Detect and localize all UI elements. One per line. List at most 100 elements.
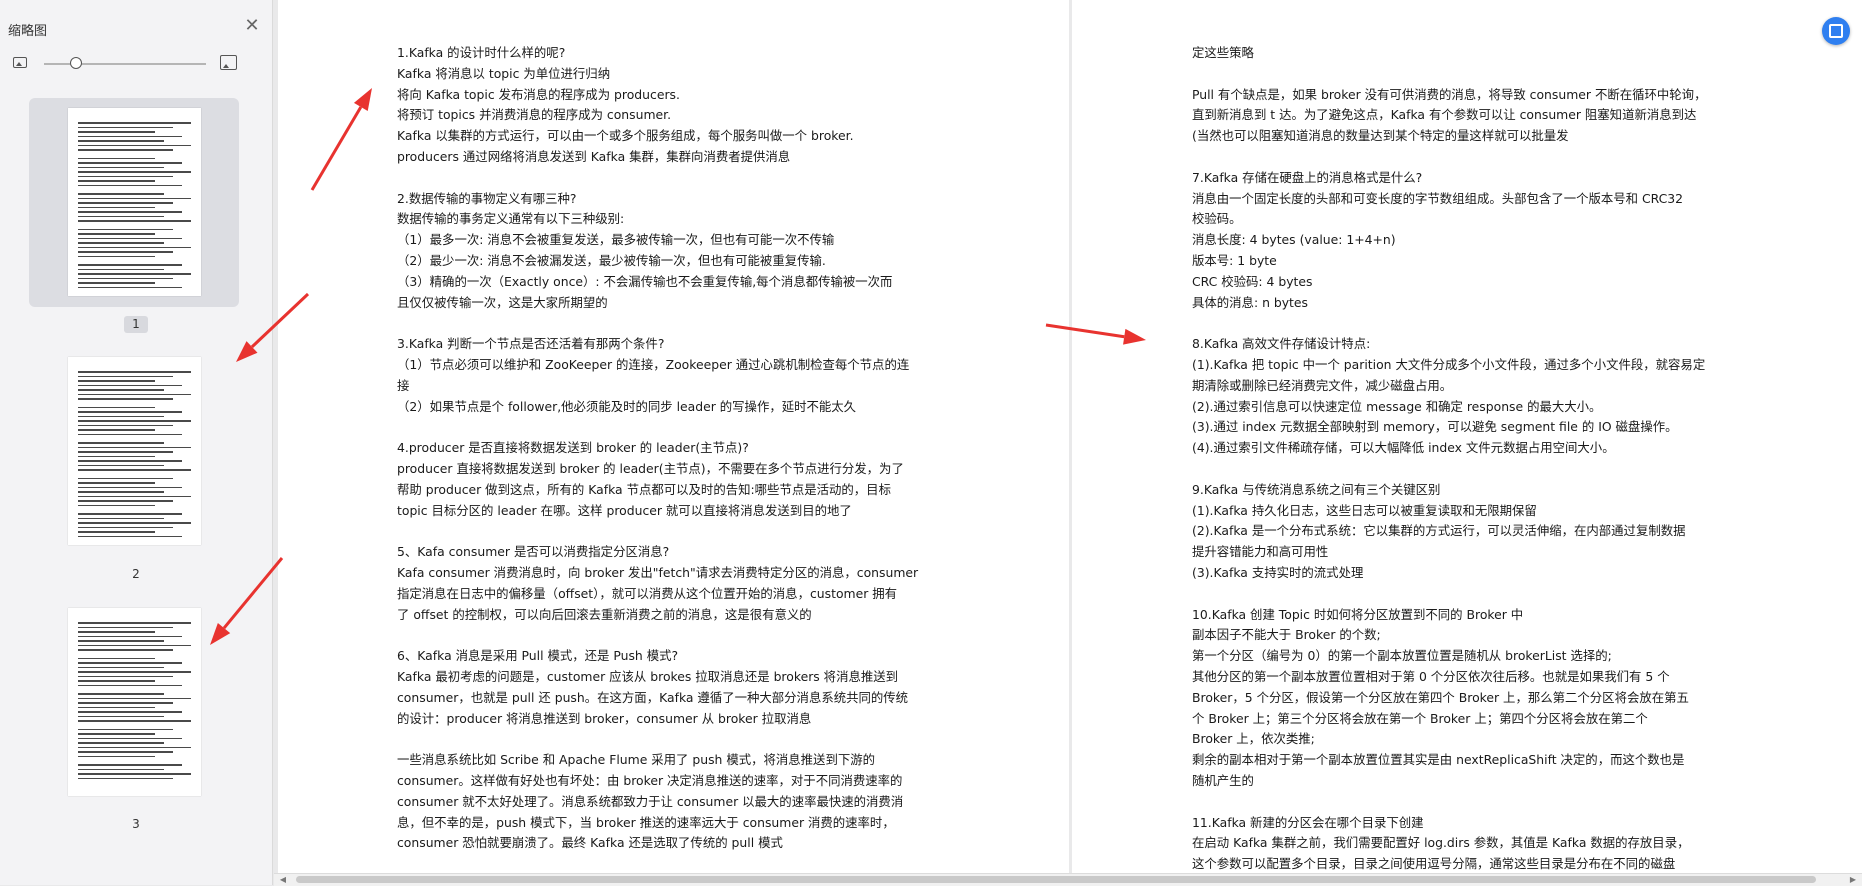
- thumbnail-text-line: [78, 482, 155, 484]
- text-paragraph: 4.producer 是否直接将数据发送到 broker 的 leader(主节…: [397, 438, 904, 521]
- text-line: 3.Kafka 判断一个节点是否还活着有那两个条件?: [397, 336, 665, 352]
- thumbnail-page-3[interactable]: [29, 598, 239, 808]
- thumbnail-text-line: [78, 464, 164, 466]
- text-line: 定这些策略: [1192, 45, 1254, 60]
- thumbnail-text-line: [78, 755, 155, 757]
- zoom-slider-track[interactable]: [44, 63, 206, 65]
- zoom-slider-thumb[interactable]: [70, 57, 83, 69]
- text-line: 提升容错能力和高可用性: [1192, 544, 1329, 560]
- thumbnail-text-line: [78, 140, 164, 142]
- text-paragraph: 2.数据传输的事物定义有哪三种? 数据传输的事务定义通常有以下三种级别: （1）最多…: [397, 189, 892, 314]
- thumbnail-text-line: [78, 135, 182, 137]
- text-paragraph: 8.Kafka 高效文件存储设计特点: (1).Kafka 把 topic 中一个…: [1192, 334, 1705, 459]
- thumbnail-text-line: [78, 680, 155, 682]
- thumbnail-page-1[interactable]: [29, 98, 239, 307]
- text-line: (2).通过索引信息可以快速定位 message 和确定 response 的最…: [1192, 398, 1602, 414]
- thumbnail-text-line: [78, 640, 164, 642]
- text-line: （2）如果节点是个 follower,他必须能及时的同步 leader 的写操作…: [397, 398, 857, 414]
- thumbnail-page-number: 2: [132, 567, 140, 581]
- scroll-left-icon[interactable]: ◀: [278, 875, 288, 885]
- text-line: （1）节点必须可以维护和 ZooKeeper 的连接，Zookeeper 通过心…: [397, 356, 910, 372]
- text-line: 了 offset 的控制权，可以向后回滚去重新消费之前的消息，这是很有意义的: [397, 606, 812, 622]
- text-line: 的设计：producer 将消息推送到 broker，consumer 从 br…: [397, 710, 812, 726]
- thumbnail-text-line: [78, 635, 182, 637]
- thumbnail-text-line: [78, 228, 173, 230]
- thumbnail-text-line: [78, 193, 164, 195]
- thumbnail-text-line: [78, 460, 182, 462]
- text-line: 将向 Kafka topic 发布消息的程序成为 producers.: [397, 86, 680, 102]
- thumbnail-text-line: [78, 517, 164, 519]
- text-line: 8.Kafka 高效文件存储设计特点:: [1192, 336, 1371, 352]
- document-viewport[interactable]: 1.Kafka 的设计时什么样的呢? Kafka 将消息以 topic 为单位进行…: [278, 0, 1862, 873]
- text-line: 直到新消息到 t 达。为了避免这点，Kafka 有个参数可以让 consumer…: [1192, 107, 1697, 123]
- thumbnail-text-line: [78, 375, 173, 377]
- thumbnail-text-line: [78, 644, 191, 646]
- thumbnail-text-line: [78, 446, 191, 448]
- thumbnail-text-line: [78, 751, 173, 753]
- thumbnail-text-line: [78, 500, 173, 502]
- thumbnail-text-line: [78, 451, 173, 453]
- thumbnail-text-line: [78, 742, 164, 744]
- text-line: 副本因子不能大于 Broker 的个数;: [1192, 627, 1381, 643]
- text-line: （3）精确的一次（Exactly once）: 不会漏传输也不会重复传输,每个消…: [397, 273, 893, 289]
- text-line: 期清除或删除已经消费完文件，减少磁盘占用。: [1192, 377, 1453, 393]
- thumbnail-text-line: [78, 733, 155, 735]
- thumbnail-text-line: [78, 424, 173, 426]
- thumbnail-page-2[interactable]: [29, 347, 239, 557]
- text-paragraph: 6、Kafka 消息是采用 Pull 模式，还是 Push 模式? Kafka 最…: [397, 646, 908, 729]
- text-line: 第一个分区（编号为 0）的第一个副本放置位置是随机从 brokerList 选择…: [1192, 648, 1612, 664]
- thumbnail-text-line: [78, 171, 191, 173]
- close-icon[interactable]: ✕: [242, 16, 262, 36]
- text-line: 消息长度: 4 bytes (value: 1+4+n): [1192, 232, 1396, 248]
- text-line: 剩余的副本相对于第一个副本放置位置其实是由 nextReplicaShift 决…: [1192, 752, 1685, 768]
- thumbnail-text-line: [78, 268, 164, 270]
- thumbnail-text-line: [78, 389, 164, 391]
- text-line: (当然也可以阻塞知道消息的数量达到某个特定的量这样就可以批量发: [1192, 128, 1569, 144]
- thumbnail-text-line: [78, 504, 155, 506]
- thumbnail-text-line: [78, 131, 155, 133]
- text-line: 接: [397, 377, 410, 393]
- text-line: consumer，也就是 pull 还 push。在这方面，Kafka 遵循了一…: [397, 689, 909, 705]
- text-line: 5、Kafa consumer 是否可以消费指定分区消息?: [397, 544, 670, 560]
- text-paragraph: 10.Kafka 创建 Topic 时如何将分区放置到不同的 Broker 中副…: [1192, 605, 1689, 792]
- text-line: consumer 就不太好处理了。消息系统都致力于让 consumer 以最大的…: [397, 793, 904, 809]
- text-line: (3).Kafka 支持实时的流式处理: [1192, 564, 1364, 580]
- horizontal-scrollbar[interactable]: ◀ ▶: [274, 873, 1862, 886]
- text-line: 息，但不幸的是，push 模式下，当 broker 推送的速率远大于 consu…: [397, 814, 895, 830]
- text-line: producers 通过网络将消息发送到 Kafka 集群，集群向消费者提供消息: [397, 148, 791, 164]
- translate-icon[interactable]: [1822, 17, 1850, 45]
- thumbnail-text-line: [78, 720, 191, 722]
- text-line: 版本号: 1 byte: [1192, 252, 1277, 268]
- thumbnail-text-line: [78, 180, 155, 182]
- text-line: 1.Kafka 的设计时什么样的呢?: [397, 45, 566, 60]
- scrollbar-thumb[interactable]: [296, 876, 1816, 883]
- text-line: Kafka 最初考虑的问题是，customer 应该从 brokes 拉取消息还…: [397, 668, 899, 684]
- document-page-right: 定这些策略 Pull 有个缺点是，如果 broker 没有可供消费的消息，将导致 …: [1072, 0, 1862, 873]
- thumbnail-text-line: [78, 649, 173, 651]
- text-line: 4.producer 是否直接将数据发送到 broker 的 leader(主节…: [397, 440, 749, 456]
- text-line: (1).Kafka 持久化日志，这些日志可以被重复读取和无限期保留: [1192, 502, 1537, 518]
- text-line: Pull 有个缺点是，如果 broker 没有可供消费的消息，将导致 consu…: [1192, 86, 1707, 102]
- scroll-right-icon[interactable]: ▶: [1848, 875, 1858, 885]
- image-small-icon[interactable]: [13, 57, 27, 68]
- thumbnail-text-line: [78, 371, 191, 373]
- thumbnail-text-line: [78, 277, 173, 279]
- thumbnail-text-line: [78, 162, 182, 164]
- text-line: Broker，5 个分区，假设第一个分区放在第四个 Broker 上，那么第二个…: [1192, 689, 1689, 705]
- text-line: (4).通过索引文件稀疏存储，可以大幅降低 index 文件元数据占用空间大小。: [1192, 440, 1615, 456]
- text-paragraph: 定这些策略: [1192, 43, 1254, 64]
- thumbnail-text-line: [78, 631, 155, 633]
- thumbnail-preview: [68, 108, 201, 296]
- thumbnail-text-line: [78, 697, 191, 699]
- thumbnail-text-line: [78, 626, 173, 628]
- text-line: (1).Kafka 把 topic 中一个 parition 大文件分成多个小文…: [1192, 356, 1706, 372]
- text-line: (3).通过 index 元数据全部映射到 memory，可以避免 segmen…: [1192, 419, 1678, 435]
- thumbnail-text-line: [78, 526, 173, 528]
- text-line: consumer 恐怕就要崩溃了。最终 Kafka 还是选取了传统的 pull …: [397, 835, 783, 851]
- thumbnail-text-line: [78, 662, 182, 664]
- thumbnail-text-line: [78, 393, 191, 395]
- text-line: （2）最少一次: 消息不会被漏发送，最少被传输一次，但也有可能被重复传输.: [397, 252, 826, 268]
- text-paragraph: 7.Kafka 存储在硬盘上的消息格式是什么? 消息由一个固定长度的头部和可变长度…: [1192, 168, 1683, 314]
- thumbnail-text-line: [78, 777, 173, 779]
- image-large-icon[interactable]: [220, 55, 237, 70]
